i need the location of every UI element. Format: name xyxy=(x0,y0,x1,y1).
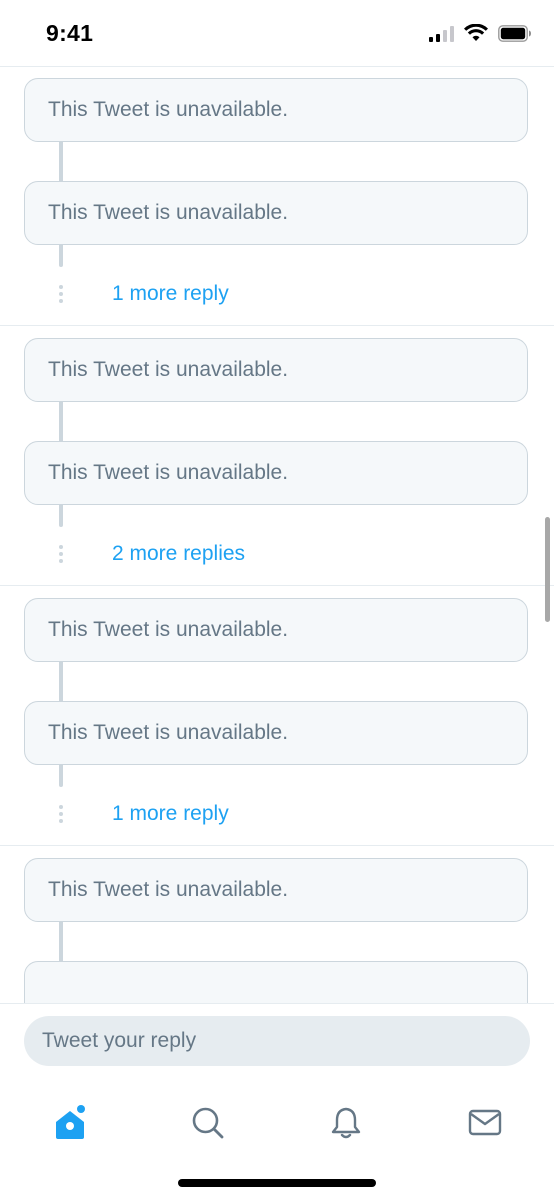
thread: This Tweet is unavailable. xyxy=(0,846,554,1003)
status-icons xyxy=(429,24,532,42)
unavailable-tweet-card[interactable]: This Tweet is unavailable. xyxy=(24,181,528,245)
thread-connector xyxy=(59,142,63,181)
thread-connector xyxy=(59,245,63,267)
scroll-indicator[interactable] xyxy=(545,517,550,622)
thread: This Tweet is unavailable. This Tweet is … xyxy=(0,66,554,326)
home-icon xyxy=(56,1105,85,1139)
tab-notifications[interactable] xyxy=(316,1093,376,1153)
thread-connector xyxy=(59,505,63,527)
status-bar: 9:41 xyxy=(0,0,554,67)
unavailable-tweet-card[interactable]: This Tweet is unavailable. xyxy=(24,78,528,142)
status-time: 9:41 xyxy=(46,20,94,46)
thread-connector xyxy=(59,765,63,787)
tab-messages[interactable] xyxy=(455,1093,515,1153)
thread: This Tweet is unavailable. This Tweet is … xyxy=(0,326,554,586)
bell-icon xyxy=(331,1107,361,1139)
thread: This Tweet is unavailable. This Tweet is … xyxy=(0,586,554,846)
more-replies-dots-icon xyxy=(59,805,63,823)
more-replies-link[interactable]: 1 more reply xyxy=(112,282,229,306)
unavailable-tweet-card[interactable]: This Tweet is unavailable. xyxy=(24,858,528,922)
unavailable-tweet-card[interactable]: This Tweet is unavailable. xyxy=(24,441,528,505)
home-indicator[interactable] xyxy=(178,1179,376,1187)
thread-connector xyxy=(59,662,63,701)
more-replies-dots-icon xyxy=(59,285,63,303)
unavailable-tweet-card[interactable]: This Tweet is unavailable. xyxy=(24,598,528,662)
thread-connector xyxy=(59,402,63,441)
unavailable-tweet-card[interactable]: This Tweet is unavailable. xyxy=(24,338,528,402)
unavailable-tweet-card[interactable]: This Tweet is unavailable. xyxy=(24,701,528,765)
mail-icon xyxy=(468,1109,502,1136)
conversation-feed[interactable]: This Tweet is unavailable. This Tweet is … xyxy=(0,66,554,1003)
tab-bar xyxy=(0,1083,554,1200)
more-replies-link[interactable]: 1 more reply xyxy=(112,802,229,826)
thread-connector xyxy=(59,922,63,961)
search-icon xyxy=(192,1107,224,1139)
more-replies-dots-icon xyxy=(59,545,63,563)
partially-hidden-tweet-card xyxy=(24,961,528,1003)
tab-home[interactable] xyxy=(40,1093,100,1153)
battery-icon xyxy=(498,24,531,42)
more-replies-link[interactable]: 2 more replies xyxy=(112,542,245,566)
reply-composer xyxy=(0,1003,554,1084)
tab-search[interactable] xyxy=(178,1093,238,1153)
wifi-icon xyxy=(464,24,488,41)
reply-input[interactable] xyxy=(24,1016,530,1066)
cellular-signal-icon xyxy=(429,25,454,42)
